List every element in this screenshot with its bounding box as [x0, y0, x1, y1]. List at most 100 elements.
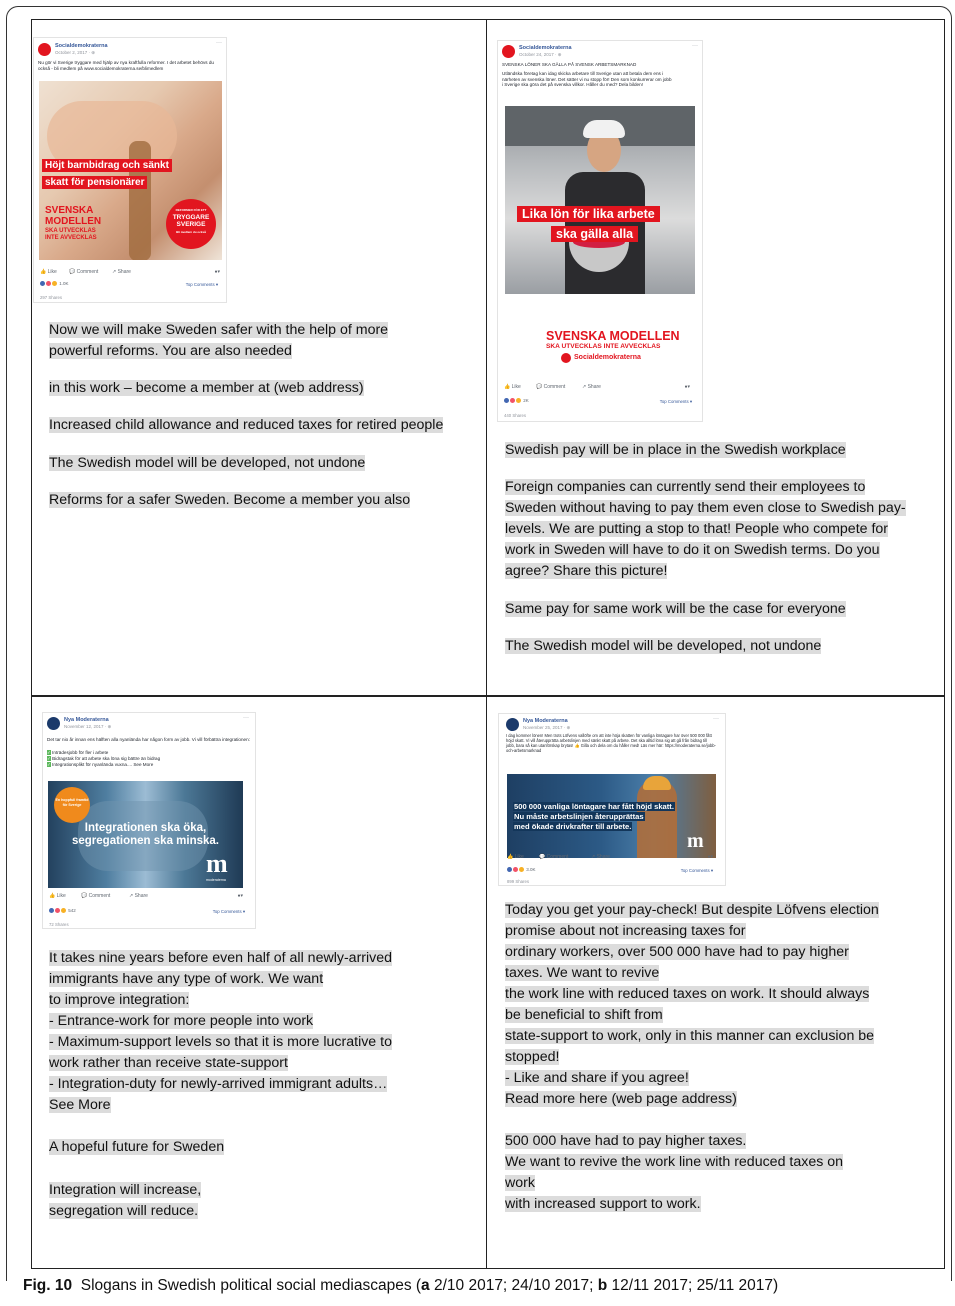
post-text: I dag kommer lönen! Men trots Löfvens va… [506, 733, 716, 753]
model-line-2: MODELLEN [45, 216, 102, 227]
model-headline: SVENSKA MODELLEN [546, 329, 680, 343]
like-button[interactable]: 👍 Like [504, 384, 521, 390]
slogan-banner-2: skatt för pensionärer [42, 176, 148, 189]
translation-line: state-support to work, only in this mann… [505, 1028, 875, 1044]
post-bullet-2: ✓ Bidragstak för att arbete ska löna sig… [47, 756, 161, 761]
post-image-crowd: En hoppfull framtid för Sverige Integrat… [48, 781, 243, 888]
slogan-line-3: med ökade drivkrafter till arbete. [513, 822, 633, 831]
translation-line: stopped! [505, 1049, 560, 1065]
translation-line: in this work – become a member at (web a… [49, 380, 364, 396]
translation-line: - Integration-duty for newly-arrived imm… [49, 1076, 388, 1092]
translation-b1: It takes nine years before even half of … [49, 948, 479, 1222]
translation-line: levels. We are putting a stop to that! P… [505, 521, 889, 537]
translation-line: 500 000 have had to pay higher taxes. [505, 1133, 747, 1149]
translation-line: See More [49, 1097, 111, 1113]
translation-line: Foreign companies can currently send the… [505, 479, 866, 495]
more-options-icon[interactable]: ··· [243, 715, 249, 721]
page-name[interactable]: Nya Moderaterna [523, 718, 568, 724]
comment-button[interactable]: 💬 Comment [539, 854, 568, 860]
figure-label: Fig. 10 [23, 1277, 73, 1294]
slogan-banner-1: Lika lön för lika arbete [517, 206, 660, 222]
translation-line: powerful reforms. You are also needed [49, 343, 292, 359]
profile-switch-icon[interactable]: ●▾ [237, 893, 243, 899]
rose-logo-icon [561, 353, 571, 363]
translation-line: Today you get your pay-check! But despit… [505, 902, 879, 918]
worker-helmet [643, 776, 671, 790]
translation-line: work [505, 1175, 535, 1191]
post-text: Nu gör vi Sverige tryggare med hjälp av … [38, 60, 214, 71]
comment-button[interactable]: 💬 Comment [536, 384, 565, 390]
post-image-worker-pay: 500 000 vanliga löntagare har fått höjd … [507, 774, 716, 858]
table-row-divider [31, 695, 945, 697]
moderaterna-logo-m: m [206, 849, 228, 878]
hope-badge: En hoppfull framtid för Sverige [54, 787, 90, 823]
moderaterna-avatar [506, 718, 519, 731]
worker-cap [583, 120, 625, 138]
shares-count[interactable]: 297 Shares [40, 295, 62, 300]
share-button[interactable]: ↗ Share [591, 854, 610, 860]
reaction-count[interactable]: 1.0K [40, 281, 69, 287]
profile-switch-icon[interactable]: ●▾ [214, 269, 220, 275]
translation-a2: Swedish pay will be in place in the Swed… [505, 440, 945, 654]
more-options-icon[interactable]: ··· [713, 716, 719, 722]
share-button[interactable]: ↗ Share [112, 269, 131, 275]
top-comments-selector[interactable]: Top Comments ▾ [681, 868, 713, 874]
post-image-worker: Lika lön för lika arbete ska gälla alla [505, 106, 695, 294]
translation-line: immigrants have any type of work. We wan… [49, 971, 324, 987]
profile-switch-icon[interactable]: ●▾ [684, 384, 690, 390]
post-date: November 12, 2017 · ⊕ [64, 724, 112, 729]
translation-line: Same pay for same work will be the case … [505, 601, 846, 617]
trygg-badge: REFORMER FÖR ETT TRYGGARE SVERIGE Bli me… [166, 199, 216, 249]
more-options-icon[interactable]: ··· [216, 40, 222, 46]
reaction-count[interactable]: 3.0K [507, 867, 536, 873]
profile-switch-icon[interactable]: ●▾ [707, 854, 713, 860]
translation-line: The Swedish model will be developed, not… [49, 455, 366, 471]
moderaterna-logo-text: moderaterna [206, 878, 226, 882]
top-comments-selector[interactable]: Top Comments ▾ [660, 399, 692, 405]
translation-line: - Maximum-support levels so that it is m… [49, 1034, 392, 1050]
translation-line: - Like and share if you agree! [505, 1070, 689, 1086]
translation-line: taxes. We want to revive [505, 965, 660, 981]
comment-button[interactable]: 💬 Comment [69, 269, 98, 275]
shares-count[interactable]: 899 Shares [507, 879, 529, 884]
more-options-icon[interactable]: ··· [692, 43, 698, 49]
badge-big-text-1: TRYGGARE [172, 214, 210, 221]
model-line-3: SKA UTVECKLAS [45, 228, 96, 234]
party-rose-avatar [38, 43, 51, 56]
translation-line: Sweden without having to pay them even c… [505, 500, 906, 516]
translation-line: be beneficial to shift from [505, 1007, 663, 1023]
reaction-count[interactable]: 2K [504, 398, 529, 404]
like-button[interactable]: 👍 Like [49, 893, 66, 899]
slogan-line-2: segregationen ska minska. [71, 835, 219, 847]
slogan-line-1: 500 000 vanliga löntagare har fått höjd … [513, 802, 675, 811]
party-rose-avatar [502, 45, 515, 58]
facebook-post-moderaterna-1: Nya Moderaterna November 12, 2017 · ⊕ ··… [42, 712, 256, 929]
top-comments-selector[interactable]: Top Comments ▾ [186, 282, 218, 288]
translation-line: A hopeful future for Sweden [49, 1139, 225, 1155]
top-comments-selector[interactable]: Top Comments ▾ [213, 909, 245, 915]
comment-button[interactable]: 💬 Comment [81, 893, 110, 899]
moderaterna-avatar [47, 717, 60, 730]
shares-count[interactable]: 72 Shares [49, 922, 69, 927]
moderaterna-logo-m: m [687, 830, 704, 852]
page-name[interactable]: Socialdemokraterna [55, 43, 108, 49]
badge-small-text: REFORMER FÖR ETT [175, 208, 207, 212]
translation-line: Integration will increase, [49, 1182, 202, 1198]
post-date: October 24, 2017 · ⊕ [519, 52, 562, 57]
page-name[interactable]: Socialdemokraterna [519, 45, 572, 51]
reaction-count[interactable]: 542 [49, 908, 76, 914]
translation-line: work in Sweden will have to do it on Swe… [505, 542, 880, 558]
share-button[interactable]: ↗ Share [129, 893, 148, 899]
shares-count[interactable]: 440 Shares [504, 413, 526, 418]
slogan-line-1: Integrationen ska öka, [84, 822, 207, 834]
translation-line: Now we will make Sweden safer with the h… [49, 322, 389, 338]
like-button[interactable]: 👍 Like [507, 854, 524, 860]
page-name[interactable]: Nya Moderaterna [64, 717, 109, 723]
translation-line: We want to revive the work line with red… [505, 1154, 844, 1170]
table-column-divider [486, 19, 487, 1269]
like-button[interactable]: 👍 Like [40, 269, 57, 275]
share-button[interactable]: ↗ Share [582, 384, 601, 390]
translation-line: Read more here (web page address) [505, 1091, 737, 1107]
translation-line: Swedish pay will be in place in the Swed… [505, 442, 846, 458]
model-line-4: INTE AVVECKLAS [45, 235, 97, 241]
